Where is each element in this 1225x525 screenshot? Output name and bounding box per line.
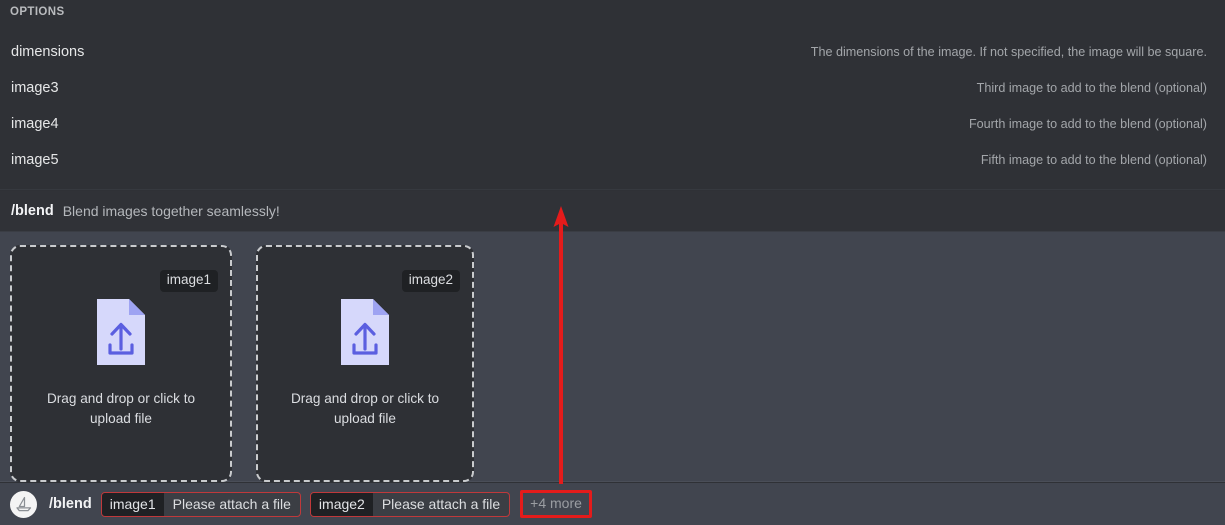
dropzone-tag: image2: [401, 270, 460, 292]
bar-command-name: /blend: [49, 496, 92, 512]
option-row-image5[interactable]: image5 Fifth image to add to the blend (…: [0, 142, 1225, 178]
dropzone-instruction-text: Drag and drop or click to upload file: [46, 391, 196, 426]
option-name: image3: [11, 80, 59, 96]
option-description: The dimensions of the image. If not spec…: [810, 45, 1207, 59]
option-row-dimensions[interactable]: dimensions The dimensions of the image. …: [0, 34, 1225, 70]
option-name: image4: [11, 116, 59, 132]
command-name: /blend: [11, 203, 54, 219]
option-description: Fourth image to add to the blend (option…: [968, 117, 1207, 131]
file-upload-icon: [337, 297, 393, 367]
option-row-image3[interactable]: image3 Third image to add to the blend (…: [0, 70, 1225, 106]
command-header-row[interactable]: /blend Blend images together seamlessly!: [0, 191, 1225, 232]
dropzone-content: Drag and drop or click to upload file: [258, 297, 472, 428]
chip-value: Please attach a file: [381, 496, 501, 512]
file-upload-icon: [93, 297, 149, 367]
sailboat-avatar-icon[interactable]: [10, 490, 37, 518]
option-name: dimensions: [11, 44, 85, 60]
chip-image1[interactable]: image1 Please attach a file: [100, 491, 301, 517]
option-row-image4[interactable]: image4 Fourth image to add to the blend …: [0, 106, 1225, 142]
dropzone-content: Drag and drop or click to upload file: [12, 297, 230, 428]
command-description: Blend images together seamlessly!: [62, 203, 280, 219]
more-options-chip[interactable]: +4 more: [520, 490, 592, 518]
dropzone-tag: image1: [159, 270, 218, 292]
option-description: Fifth image to add to the blend (optiona…: [980, 153, 1207, 167]
upload-area: image1 Drag and drop or click to upload …: [0, 232, 1225, 482]
chip-image2[interactable]: image2 Please attach a file: [309, 491, 511, 517]
chip-value: Please attach a file: [172, 496, 291, 512]
discord-slash-command-ui: OPTIONS dimensions The dimensions of the…: [0, 0, 1225, 525]
bottom-command-bar: /blend image1 Please attach a file image…: [0, 483, 1225, 525]
panel-divider: [0, 189, 1225, 190]
dropzone-image2[interactable]: image2 Drag and drop or click to upload …: [256, 245, 474, 482]
option-description: Third image to add to the blend (optiona…: [976, 81, 1207, 95]
options-panel: OPTIONS dimensions The dimensions of the…: [0, 0, 1225, 190]
dropzone-image1[interactable]: image1 Drag and drop or click to upload …: [10, 245, 232, 482]
option-name: image5: [11, 152, 59, 168]
chip-key: image1: [101, 492, 164, 516]
options-header-label: OPTIONS: [10, 6, 65, 18]
chip-key: image2: [310, 492, 373, 516]
dropzone-instruction-text: Drag and drop or click to upload file: [290, 391, 440, 426]
